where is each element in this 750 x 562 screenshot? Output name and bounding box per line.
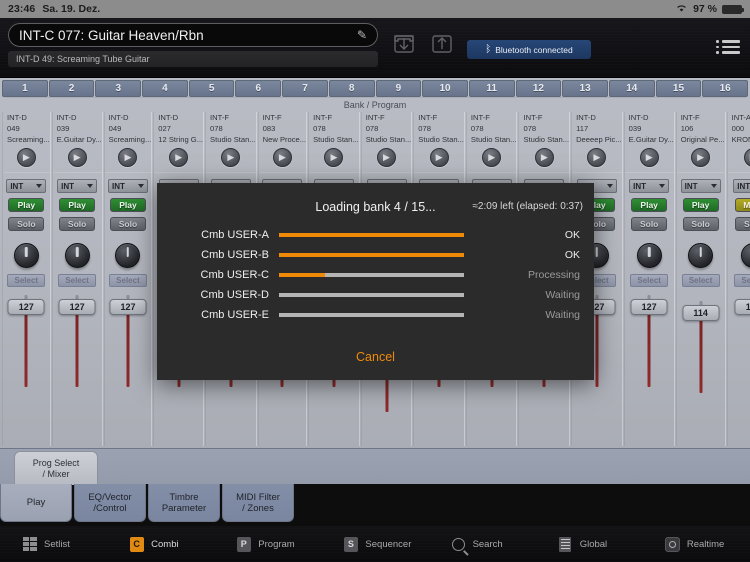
progress-row-label: Cmb USER-B [157, 249, 279, 261]
progress-row: Cmb USER-C Processing [157, 265, 594, 285]
cancel-button[interactable]: Cancel [157, 350, 594, 364]
progress-row-status: OK [464, 229, 594, 241]
progress-row: Cmb USER-E Waiting [157, 305, 594, 325]
progress-row-label: Cmb USER-A [157, 229, 279, 241]
progress-row-status: Waiting [464, 289, 594, 301]
progress-row: Cmb USER-B OK [157, 245, 594, 265]
progress-row: Cmb USER-A OK [157, 225, 594, 245]
progress-row: Cmb USER-D Waiting [157, 285, 594, 305]
dialog-progress-rows: Cmb USER-A OK Cmb USER-B OK Cmb USER-C Proces… [157, 225, 594, 325]
progress-row-status: Waiting [464, 309, 594, 321]
progress-row-label: Cmb USER-C [157, 269, 279, 281]
progress-bar [279, 313, 464, 317]
progress-row-label: Cmb USER-E [157, 309, 279, 321]
app-root: 23:46 Sa. 19. Dez. 97 % INT-C 077: Guita… [0, 0, 750, 562]
progress-bar [279, 253, 464, 257]
progress-row-status: Processing [464, 269, 594, 281]
progress-bar [279, 273, 464, 277]
progress-bar [279, 233, 464, 237]
progress-bar [279, 293, 464, 297]
dialog-eta: ≈2:09 left (elapsed: 0:37) [472, 201, 583, 212]
progress-row-label: Cmb USER-D [157, 289, 279, 301]
progress-row-status: OK [464, 249, 594, 261]
loading-bank-dialog: Loading bank 4 / 15... ≈2:09 left (elaps… [157, 183, 594, 380]
